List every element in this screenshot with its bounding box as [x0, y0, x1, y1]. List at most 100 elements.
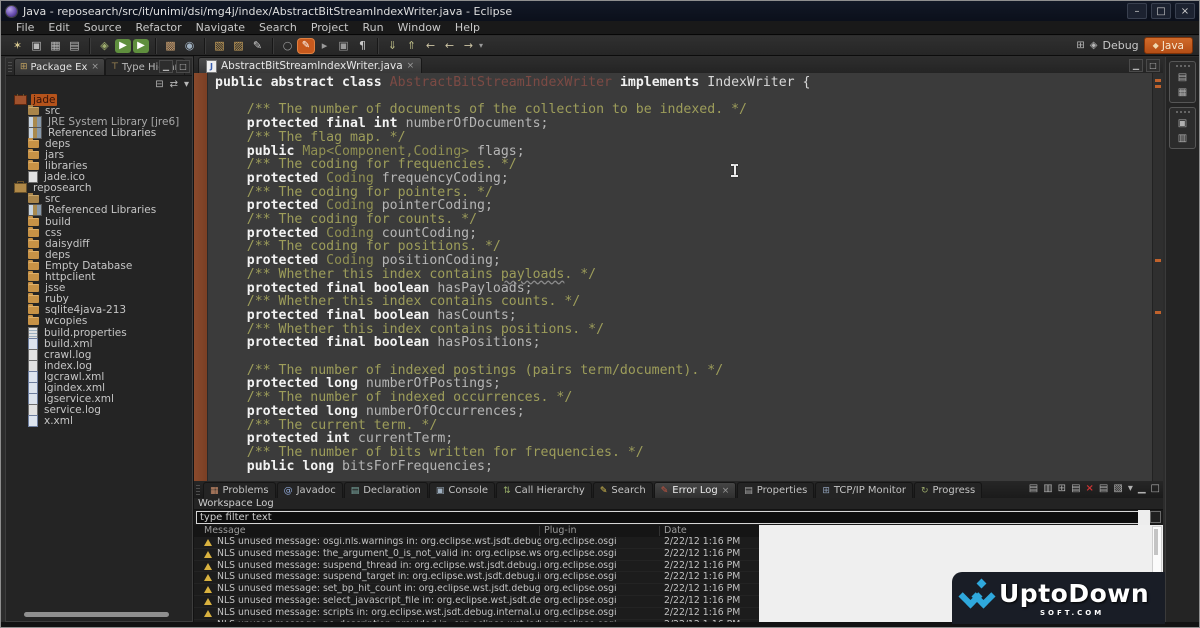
column-divider[interactable]: [539, 526, 540, 536]
overview-ruler[interactable]: [1152, 73, 1163, 481]
code-line[interactable]: protected Coding pointerCoding;: [215, 199, 1152, 213]
import-log-icon[interactable]: ▥: [1043, 483, 1052, 494]
tree-item-empty-database[interactable]: Empty Database: [6, 260, 191, 271]
debug-perspective-icon[interactable]: ◈: [1090, 40, 1098, 51]
log-row[interactable]: NLS unused message: the_argument_0_is_no…: [194, 549, 759, 561]
tree-item-wcopies[interactable]: wcopies: [6, 316, 191, 327]
tab-javadoc[interactable]: @Javadoc: [277, 482, 343, 498]
menu-project[interactable]: Project: [304, 21, 356, 35]
code-line[interactable]: [215, 90, 1152, 104]
code-line[interactable]: /** Whether this index contains payloads…: [215, 268, 1152, 282]
code-line[interactable]: public abstract class AbstractBitStreamI…: [215, 76, 1152, 90]
highlight-icon[interactable]: ✎: [298, 39, 314, 53]
tree-item-lgcrawl-xml[interactable]: lgcrawl.xml: [6, 371, 191, 382]
tree-item-ruby[interactable]: ruby: [6, 294, 191, 305]
tree-item-daisydiff[interactable]: daisydiff: [6, 238, 191, 249]
open-log-icon[interactable]: ⊞: [1058, 483, 1066, 494]
debug-icon[interactable]: ◈: [96, 38, 113, 54]
overview-ruler-mark[interactable]: [1155, 79, 1161, 82]
code-line[interactable]: /** The coding for pointers. */: [215, 186, 1152, 200]
menu-help[interactable]: Help: [448, 21, 487, 35]
code-line[interactable]: protected final int numberOfDocuments;: [215, 117, 1152, 131]
tree-item-reposearch[interactable]: reposearch: [6, 183, 191, 194]
sidebar-tab-package-explorer[interactable]: ⊞Package Ex×: [14, 58, 105, 75]
code-line[interactable]: public long bitsForFrequencies;: [215, 460, 1152, 474]
log-row[interactable]: NLS unused message: scripts in: org.ecli…: [194, 608, 759, 620]
code-area[interactable]: public abstract class AbstractBitStreamI…: [215, 76, 1152, 481]
code-line[interactable]: protected long numberOfOccurrences;: [215, 405, 1152, 419]
code-line[interactable]: /** The coding for positions. */: [215, 240, 1152, 254]
tree-item-jade-ico[interactable]: jade.ico: [6, 172, 191, 183]
tree-item-sqlite4java-213[interactable]: sqlite4java-213: [6, 305, 191, 316]
tree-item-jre-system-library-jre6[interactable]: JRE System Library [jre6]: [6, 116, 191, 127]
export-log-icon[interactable]: ▤: [1029, 483, 1038, 494]
maximize-button[interactable]: □: [1151, 3, 1171, 19]
new-icon[interactable]: ✶: [9, 38, 26, 54]
code-line[interactable]: /** The flag map. */: [215, 131, 1152, 145]
drag-handle[interactable]: [8, 62, 12, 74]
close-button[interactable]: ×: [1175, 3, 1195, 19]
code-line[interactable]: /** The number of indexed postings (pair…: [215, 364, 1152, 378]
menu-window[interactable]: Window: [391, 21, 448, 35]
toggle-mark-occurrences-icon[interactable]: ○: [279, 38, 296, 54]
tab-declaration[interactable]: ▤Declaration: [344, 482, 428, 498]
tab-error-log[interactable]: ✎Error Log×: [654, 482, 737, 498]
tree-item-jars[interactable]: jars: [6, 149, 191, 160]
minimize-button[interactable]: –: [1127, 3, 1147, 19]
tree-item-src[interactable]: src: [6, 105, 191, 116]
code-line[interactable]: protected Coding positionCoding;: [215, 254, 1152, 268]
show-whitespace-icon[interactable]: ¶: [354, 38, 371, 54]
menu-refactor[interactable]: Refactor: [129, 21, 189, 35]
code-line[interactable]: protected final boolean hasPayloads;: [215, 282, 1152, 296]
tree-item-jade[interactable]: jade: [6, 94, 191, 105]
maximize-view-icon[interactable]: □: [1146, 59, 1160, 72]
tab-call-hierarchy[interactable]: ⇅Call Hierarchy: [496, 482, 592, 498]
filter-clear-button[interactable]: [1150, 511, 1161, 523]
code-line[interactable]: /** The number of bits written for frequ…: [215, 446, 1152, 460]
filters-icon[interactable]: ▧: [1113, 483, 1122, 494]
tree-item-httpclient[interactable]: httpclient: [6, 272, 191, 283]
annotation-ruler[interactable]: [194, 73, 208, 481]
collapse-all-icon[interactable]: ⊟: [155, 79, 163, 90]
tree-item-build[interactable]: build: [6, 216, 191, 227]
tree-item-src[interactable]: src: [6, 194, 191, 205]
view-menu-icon[interactable]: ▾: [184, 79, 189, 90]
column-header-plug-in[interactable]: Plug-in: [544, 525, 577, 537]
debug-perspective-button[interactable]: Debug: [1102, 39, 1138, 52]
minimize-view-icon[interactable]: ▁: [1129, 59, 1143, 72]
menu-navigate[interactable]: Navigate: [189, 21, 252, 35]
tree-item-jsse[interactable]: jsse: [6, 283, 191, 294]
tab-problems[interactable]: ▦Problems: [203, 482, 276, 498]
code-line[interactable]: public Map<Component,Coding> flags;: [215, 145, 1152, 159]
code-line[interactable]: [215, 350, 1152, 364]
dropdown-caret-icon[interactable]: ▾: [479, 41, 483, 50]
tree-item-libraries[interactable]: libraries: [6, 161, 191, 172]
drag-handle[interactable]: [196, 485, 200, 497]
tab-properties[interactable]: ▤Properties: [737, 482, 814, 498]
restore-log-icon[interactable]: ▤: [1071, 483, 1080, 494]
external-tools-icon[interactable]: ◉: [181, 38, 198, 54]
tree-item-x-xml[interactable]: x.xml: [6, 416, 191, 427]
tree-item-index-log[interactable]: index.log: [6, 360, 191, 371]
back-icon[interactable]: ←: [422, 38, 439, 54]
code-line[interactable]: /** Whether this index contains counts. …: [215, 295, 1152, 309]
log-row[interactable]: NLS unused message: select_javascript_fi…: [194, 596, 759, 608]
tree-item-crawl-log[interactable]: crawl.log: [6, 349, 191, 360]
column-divider[interactable]: [659, 526, 660, 536]
maximize-view-icon[interactable]: □: [1151, 483, 1160, 494]
link-with-editor-icon[interactable]: ⇄: [170, 79, 178, 90]
editor-tab[interactable]: J AbstractBitStreamIndexWriter.java ×: [198, 57, 422, 74]
maximize-view-icon[interactable]: □: [176, 60, 190, 73]
horizontal-scrollbar[interactable]: [24, 612, 169, 617]
next-annotation-icon[interactable]: ⇓: [384, 38, 401, 54]
back-history-icon[interactable]: ←: [441, 38, 458, 54]
new-java-project-icon[interactable]: ▩: [162, 38, 179, 54]
menu-file[interactable]: File: [9, 21, 41, 35]
close-icon[interactable]: ×: [91, 62, 99, 72]
open-type-icon[interactable]: ▧: [211, 38, 228, 54]
tab-search[interactable]: ✎Search: [593, 482, 653, 498]
forward-icon[interactable]: →: [460, 38, 477, 54]
tree-item-build-properties[interactable]: build.properties: [6, 327, 191, 338]
view-menu-icon[interactable]: ▾: [1128, 483, 1133, 494]
delete-log-icon[interactable]: ×: [1086, 483, 1094, 494]
